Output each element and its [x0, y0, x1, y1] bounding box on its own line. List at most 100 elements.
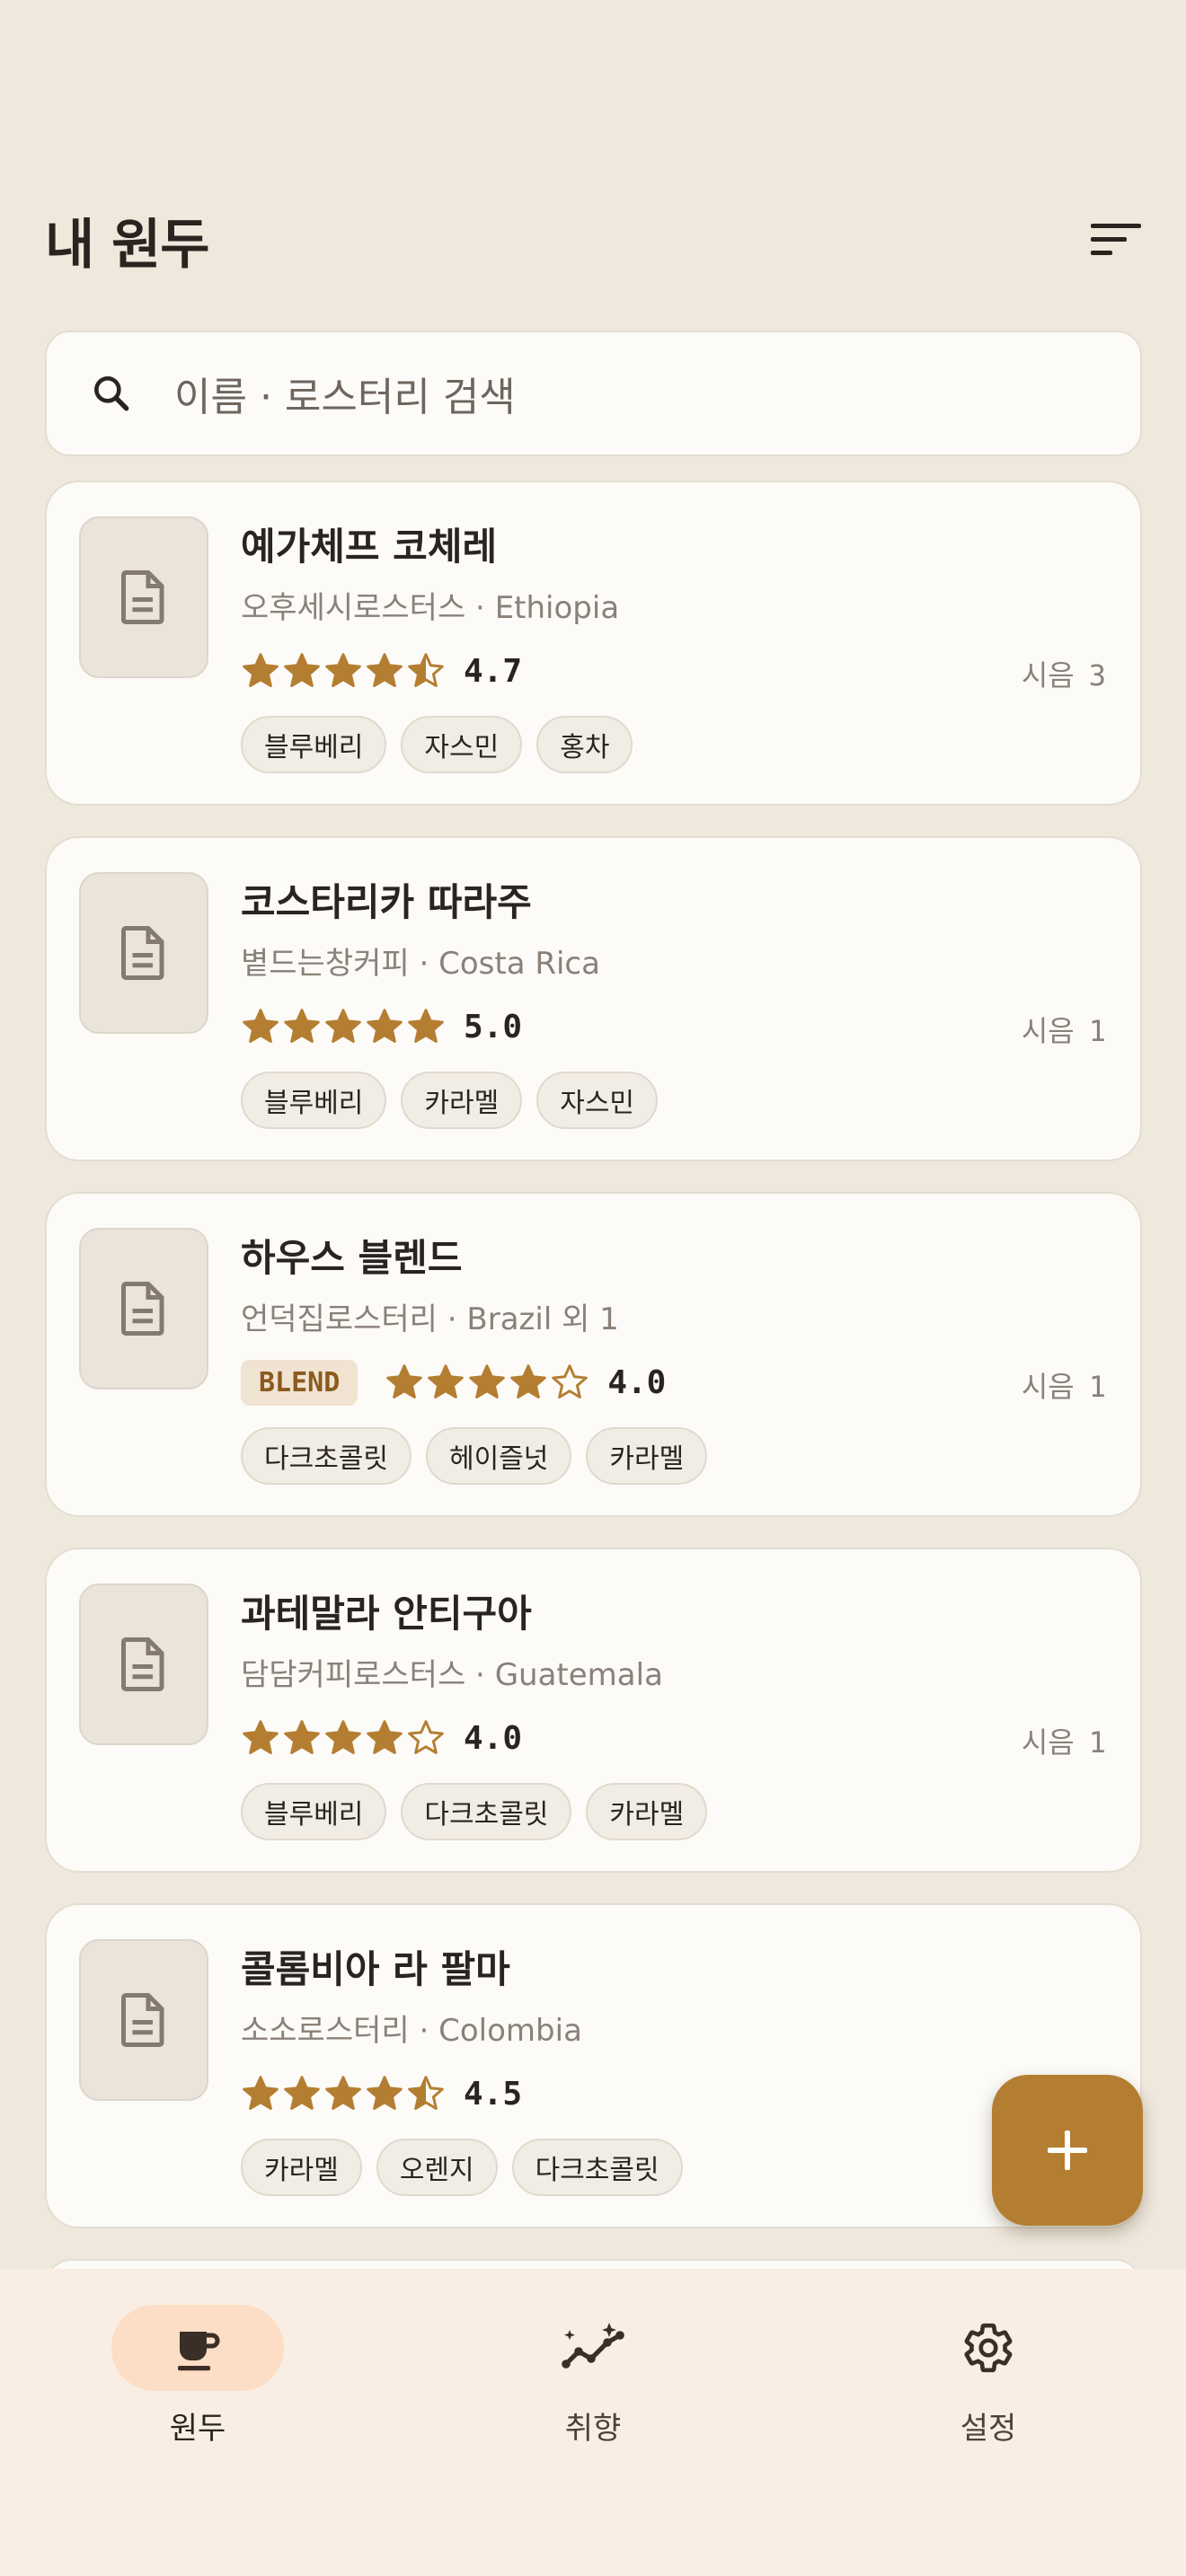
bean-card[interactable]: 과테말라 안티구아 담담커피로스터스 · Guatemala 4.0 시음 1 블…	[45, 1548, 1142, 1873]
nav-label: 취향	[564, 2411, 622, 2447]
flavor-tag: 다크초콜릿	[511, 2139, 683, 2196]
star-full-icon	[243, 653, 279, 687]
flavor-tags: 카라멜 오렌지 다크초콜릿	[241, 2139, 683, 2196]
star-full-icon	[243, 1720, 279, 1754]
flavor-tag: 블루베리	[241, 1783, 387, 1840]
tasting-count-value: 1	[1088, 1370, 1106, 1404]
star-full-icon	[284, 2076, 320, 2110]
rating-row: 4.5	[241, 2069, 522, 2119]
tasting-label: 시음	[1021, 1014, 1075, 1048]
document-icon	[121, 1993, 164, 2047]
star-full-icon	[469, 1364, 506, 1398]
flavor-tag: 자스민	[536, 1072, 659, 1129]
coffee-cup-icon	[178, 2332, 220, 2371]
star-full-icon	[510, 1364, 547, 1398]
search-icon	[84, 366, 138, 420]
star-rating	[241, 2074, 446, 2113]
star-full-icon	[325, 653, 361, 687]
document-icon	[121, 1282, 164, 1336]
rating-row: 4.0	[241, 1713, 522, 1763]
star-rating	[241, 1718, 446, 1758]
app-header: 내 원두	[45, 199, 1141, 280]
star-half-icon	[408, 653, 444, 687]
flavor-tag: 카라멜	[586, 1427, 708, 1485]
blend-badge: BLEND	[241, 1359, 358, 1406]
star-rating	[241, 1007, 446, 1046]
flavor-tag: 카라멜	[586, 1783, 708, 1840]
tasting-label: 시음	[1021, 1370, 1075, 1404]
search-input[interactable]: 이름 · 로스터리 검색	[174, 365, 516, 422]
bean-subtitle: 소소로스터리 · Colombia	[241, 2013, 582, 2049]
star-full-icon	[428, 1364, 465, 1398]
bean-card[interactable]: 코스타리카 따라주 볕드는창커피 · Costa Rica 5.0 시음 1 블루…	[45, 836, 1142, 1161]
star-full-icon	[284, 1720, 320, 1754]
page-title: 내 원두	[45, 213, 209, 277]
bean-card[interactable]: 콜롬비아 라 팔마 소소로스터리 · Colombia 4.5 카라멜 오렌지 …	[45, 1903, 1142, 2228]
origin: Costa Rica	[438, 946, 600, 982]
bean-name: 예가체프 코체레	[241, 525, 498, 569]
bean-thumbnail	[79, 1228, 208, 1389]
bean-thumbnail	[79, 516, 208, 678]
flavor-tag: 자스민	[401, 716, 523, 773]
flavor-tag: 카라멜	[401, 1072, 523, 1129]
flavor-tag: 블루베리	[241, 1072, 387, 1129]
nav-item-taste[interactable]: 취향	[458, 2305, 728, 2576]
origin: Ethiopia	[494, 590, 620, 626]
nav-label: 설정	[960, 2411, 1017, 2447]
flavor-tags: 블루베리 다크초콜릿 카라멜	[241, 1783, 708, 1840]
star-full-icon	[325, 1009, 361, 1043]
nav-item-beans[interactable]: 원두	[63, 2305, 332, 2576]
add-bean-button[interactable]	[992, 2075, 1143, 2226]
tasting-count-value: 3	[1088, 658, 1106, 693]
bean-name: 코스타리카 따라주	[241, 880, 532, 924]
rating-row: 4.7	[241, 646, 522, 696]
star-full-icon	[367, 653, 403, 687]
document-icon	[121, 926, 164, 980]
nav-item-settings[interactable]: 설정	[854, 2305, 1123, 2576]
tasting-count-value: 1	[1088, 1014, 1106, 1048]
star-rating	[241, 651, 446, 691]
bean-name: 하우스 블렌드	[241, 1236, 463, 1280]
star-full-icon	[367, 2076, 403, 2110]
star-full-icon	[284, 1009, 320, 1043]
bean-subtitle: 볕드는창커피 · Costa Rica	[241, 946, 600, 982]
star-full-icon	[243, 2076, 279, 2110]
sort-icon	[1091, 224, 1141, 255]
bottom-navigation: 원두 취향 설정	[0, 2269, 1186, 2576]
star-full-icon	[408, 1009, 444, 1043]
taste-chart-icon	[562, 2323, 624, 2369]
rating-row: 5.0	[241, 1001, 522, 1052]
star-full-icon	[325, 1720, 361, 1754]
star-full-icon	[367, 1009, 403, 1043]
tasting-count: 시음 3	[1022, 653, 1106, 694]
star-full-icon	[284, 653, 320, 687]
star-empty-icon	[552, 1364, 589, 1398]
bean-name: 과테말라 안티구아	[241, 1592, 532, 1636]
flavor-tag: 블루베리	[241, 716, 387, 773]
flavor-tag: 카라멜	[241, 2139, 362, 2196]
nav-label: 원두	[169, 2411, 226, 2447]
tasting-count: 시음 1	[1022, 1720, 1106, 1761]
nav-pill	[507, 2305, 679, 2391]
star-rating	[385, 1363, 589, 1402]
rating-value: 4.7	[464, 652, 523, 690]
plus-icon	[1048, 2130, 1087, 2170]
tasting-label: 시음	[1021, 1725, 1075, 1760]
rating-row: BLEND 4.0	[241, 1357, 666, 1407]
roastery-name: 볕드는창커피	[241, 946, 410, 982]
flavor-tag: 헤이즐넛	[426, 1427, 572, 1485]
flavor-tags: 다크초콜릿 헤이즐넛 카라멜	[241, 1427, 708, 1485]
flavor-tag: 홍차	[536, 716, 633, 773]
bean-name: 콜롬비아 라 팔마	[241, 1947, 510, 1991]
bean-card[interactable]: 하우스 블렌드 언덕집로스터리 · Brazil 외 1 BLEND 4.0 시…	[45, 1192, 1142, 1517]
roastery-name: 오후세시로스터스	[241, 590, 466, 626]
star-full-icon	[325, 2076, 361, 2110]
bean-card[interactable]: 예가체프 코체레 오후세시로스터스 · Ethiopia 4.7 시음 3 블루베…	[45, 481, 1142, 806]
roastery-name: 담담커피로스터스	[241, 1657, 466, 1693]
rating-value: 5.0	[464, 1008, 523, 1045]
sort-button[interactable]	[1084, 217, 1141, 262]
search-bar[interactable]: 이름 · 로스터리 검색	[45, 331, 1142, 456]
bean-subtitle: 언덕집로스터리 · Brazil 외 1	[241, 1301, 619, 1337]
roastery-name: 언덕집로스터리	[241, 1301, 438, 1337]
rating-value: 4.0	[464, 1719, 523, 1757]
